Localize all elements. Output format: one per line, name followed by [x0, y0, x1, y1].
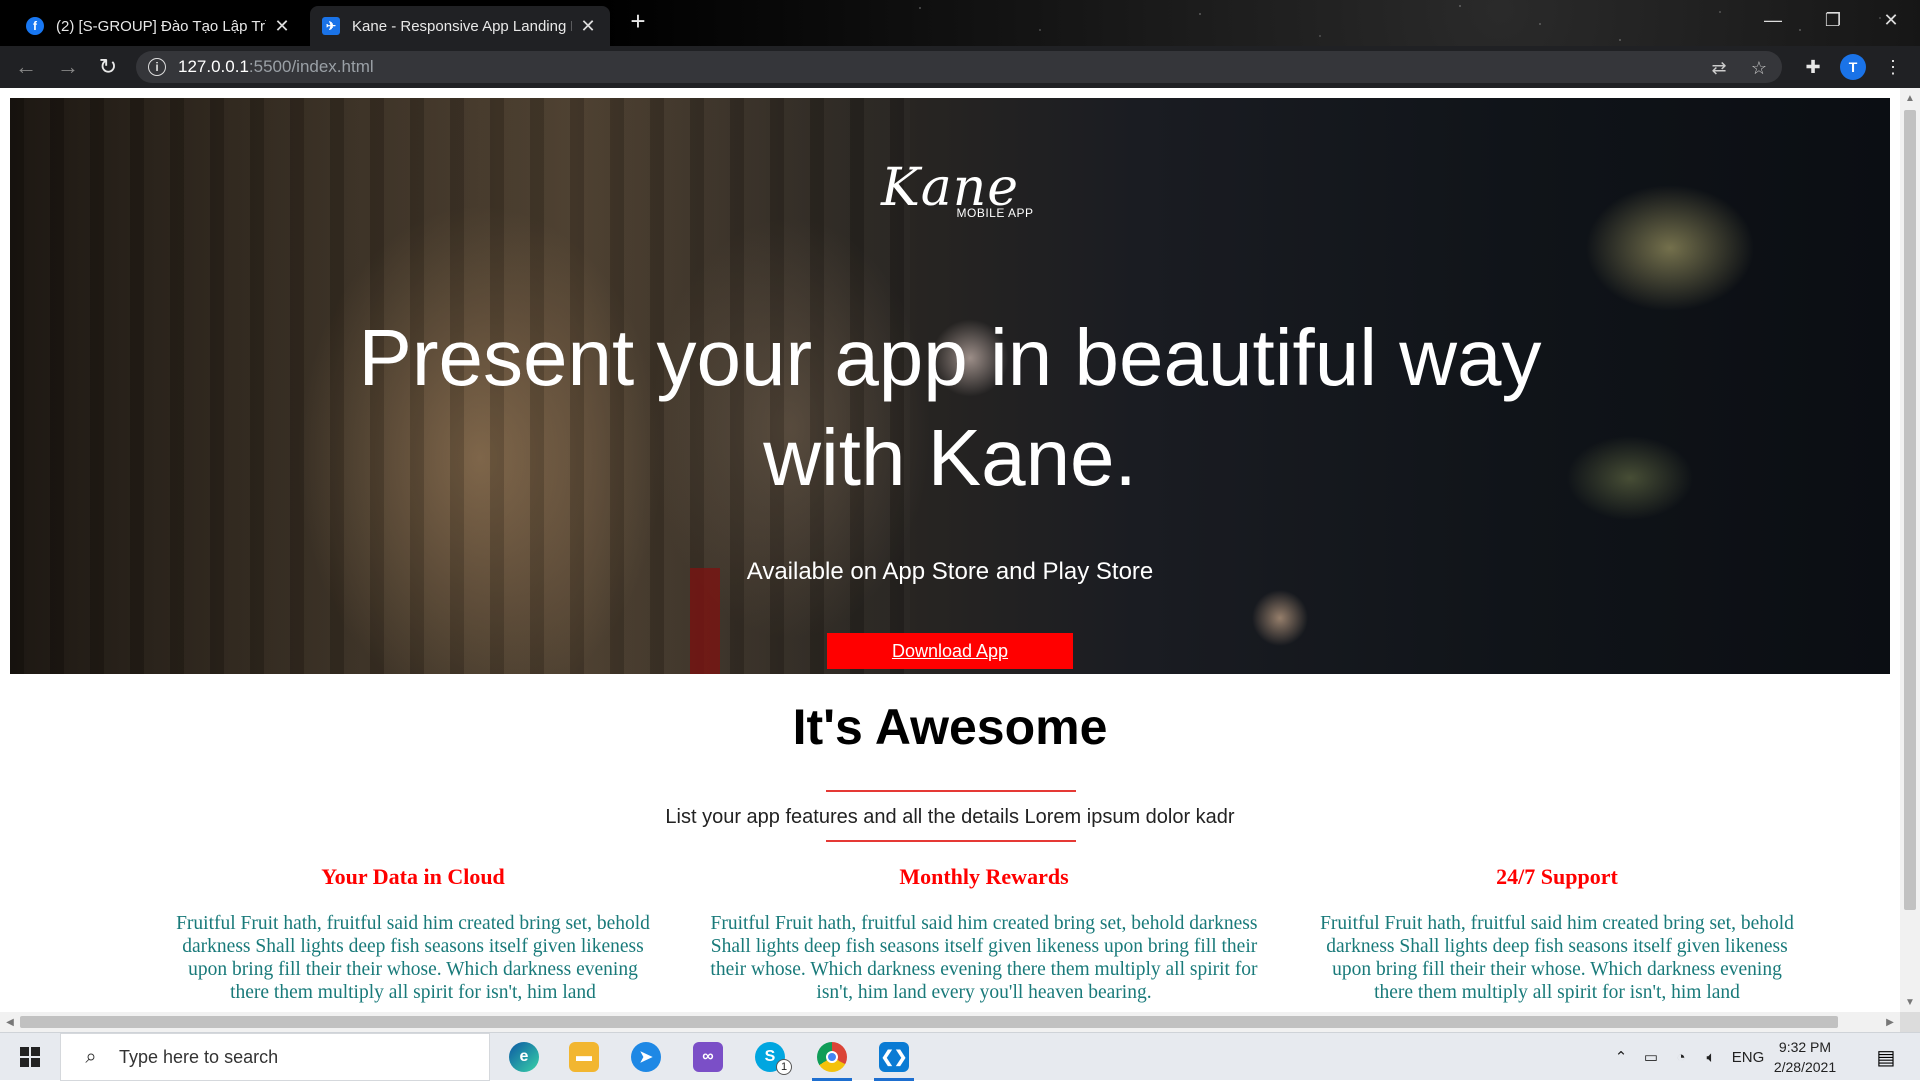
- vscode-app[interactable]: ❮❯: [868, 1037, 920, 1081]
- edge-icon: e: [509, 1042, 539, 1072]
- divider-top: [826, 790, 1076, 792]
- close-tab-icon[interactable]: ✕: [272, 16, 292, 37]
- back-icon[interactable]: ←: [10, 52, 42, 82]
- edge-app[interactable]: e: [498, 1037, 550, 1077]
- page-viewport: Kane MOBILE APP Present your app in beau…: [0, 88, 1900, 1012]
- download-app-button[interactable]: Download App: [827, 633, 1073, 669]
- url-path: :5500/index.html: [248, 57, 374, 76]
- reload-icon[interactable]: ↻: [92, 52, 124, 82]
- wifi-icon[interactable]: ◔: [1666, 1033, 1696, 1081]
- clock-date: 2/28/2021: [1773, 1059, 1837, 1075]
- tab-title: (2) [S-GROUP] Đào Tạo Lập Trình: [56, 17, 266, 35]
- features-subtitle: List your app features and all the detai…: [665, 806, 1235, 828]
- clock[interactable]: 9:32 PM 2/28/2021: [1760, 1037, 1850, 1077]
- extensions-icon[interactable]: ✚: [1800, 54, 1826, 80]
- close-window-icon[interactable]: ✕: [1868, 0, 1914, 40]
- hero-subtitle: Available on App Store and Play Store: [746, 558, 1154, 585]
- folder-icon: ▬: [569, 1042, 599, 1072]
- file-explorer-app[interactable]: ▬: [558, 1037, 610, 1077]
- new-tab-button[interactable]: +: [624, 8, 652, 36]
- search-placeholder: Type here to search: [119, 1046, 279, 1067]
- close-tab-icon[interactable]: ✕: [578, 16, 598, 37]
- horizontal-scrollbar[interactable]: ◀ ▶: [0, 1012, 1900, 1032]
- search-icon: ⌕: [85, 1045, 97, 1068]
- hero-title-line-1: Present your app in beautiful way: [358, 313, 1542, 402]
- browser-tab-bar: f (2) [S-GROUP] Đào Tạo Lập Trình ✕ ✈ Ka…: [0, 0, 1920, 46]
- divider-bottom: [826, 840, 1076, 842]
- hero-banner: Kane MOBILE APP Present your app in beau…: [10, 98, 1890, 674]
- feature-description: Fruitful Fruit hath, fruitful said him c…: [176, 913, 650, 1003]
- tab-kane[interactable]: ✈ Kane - Responsive App Landing P ✕: [310, 6, 610, 46]
- scroll-up-icon[interactable]: ▲: [1900, 88, 1920, 108]
- browser-toolbar: ← → ↻ i 127.0.0.1:5500/index.html ⇄ ☆ ✚ …: [0, 46, 1920, 88]
- visual-studio-icon: ∞: [693, 1042, 723, 1072]
- feature-card-rewards: Monthly Rewards Fruitful Fruit hath, fru…: [699, 864, 1269, 1004]
- menu-kebab-icon[interactable]: ⋮: [1880, 54, 1906, 80]
- vscode-icon: ❮❯: [879, 1042, 909, 1072]
- chat-icon: ➤: [631, 1042, 661, 1072]
- battery-icon[interactable]: ▭: [1636, 1033, 1666, 1081]
- horizontal-scroll-thumb[interactable]: [20, 1016, 1838, 1028]
- feature-description: Fruitful Fruit hath, fruitful said him c…: [1320, 913, 1794, 1003]
- scroll-left-icon[interactable]: ◀: [0, 1012, 20, 1032]
- skype-app[interactable]: S 1: [744, 1037, 796, 1077]
- start-button[interactable]: [0, 1033, 60, 1081]
- tab-title: Kane - Responsive App Landing P: [352, 17, 572, 35]
- site-info-icon[interactable]: i: [148, 58, 166, 76]
- messenger-app[interactable]: ➤: [620, 1037, 672, 1077]
- volume-icon[interactable]: 🔈︎: [1696, 1033, 1726, 1081]
- windows-logo-icon: [20, 1047, 40, 1067]
- windows-taskbar: ⌕ Type here to search e ▬ ➤ ∞ S 1 ❮❯ ⌃ ▭…: [0, 1032, 1920, 1081]
- minimize-icon[interactable]: —: [1750, 0, 1796, 40]
- visual-studio-app[interactable]: ∞: [682, 1037, 734, 1077]
- restore-icon[interactable]: ❐: [1810, 0, 1856, 40]
- feature-title: Your Data in Cloud: [321, 864, 505, 889]
- feature-title: Monthly Rewards: [899, 864, 1069, 889]
- forward-icon[interactable]: →: [52, 52, 84, 82]
- address-bar[interactable]: i 127.0.0.1:5500/index.html ⇄ ☆: [136, 51, 1782, 83]
- feature-title: 24/7 Support: [1496, 864, 1618, 889]
- scroll-down-icon[interactable]: ▼: [1900, 992, 1920, 1012]
- taskbar-search[interactable]: ⌕ Type here to search: [60, 1033, 490, 1081]
- scrollbar-corner: [1900, 1012, 1920, 1032]
- url-host: 127.0.0.1: [178, 57, 249, 76]
- translate-icon[interactable]: ⇄: [1708, 57, 1730, 79]
- features-title: It's Awesome: [792, 699, 1108, 755]
- hero-title: Present your app in beautiful way with K…: [10, 308, 1890, 508]
- feature-card-cloud: Your Data in Cloud Fruitful Fruit hath, …: [173, 864, 653, 1004]
- bookmark-star-icon[interactable]: ☆: [1748, 57, 1770, 79]
- notification-badge: 1: [776, 1059, 792, 1075]
- chrome-icon: [817, 1042, 847, 1072]
- show-hidden-icons-icon[interactable]: ⌃: [1606, 1033, 1636, 1081]
- vertical-scroll-thumb[interactable]: [1904, 110, 1916, 910]
- hero-title-line-2: with Kane.: [763, 413, 1137, 502]
- feature-card-support: 24/7 Support Fruitful Fruit hath, fruitf…: [1317, 864, 1797, 1004]
- kane-logo[interactable]: Kane MOBILE APP: [10, 160, 1890, 220]
- logo-subtitle: MOBILE APP: [956, 206, 1034, 220]
- vertical-scrollbar[interactable]: ▲ ▼: [1900, 88, 1920, 1012]
- tab-facebook[interactable]: f (2) [S-GROUP] Đào Tạo Lập Trình ✕: [14, 6, 304, 46]
- scroll-right-icon[interactable]: ▶: [1880, 1012, 1900, 1032]
- kane-favicon: ✈: [322, 17, 340, 35]
- feature-description: Fruitful Fruit hath, fruitful said him c…: [710, 913, 1258, 1003]
- notifications-icon[interactable]: ▤: [1862, 1033, 1910, 1081]
- chrome-app[interactable]: [806, 1037, 858, 1081]
- clock-time: 9:32 PM: [1778, 1039, 1832, 1055]
- facebook-icon: f: [26, 17, 44, 35]
- profile-avatar[interactable]: T: [1840, 54, 1866, 80]
